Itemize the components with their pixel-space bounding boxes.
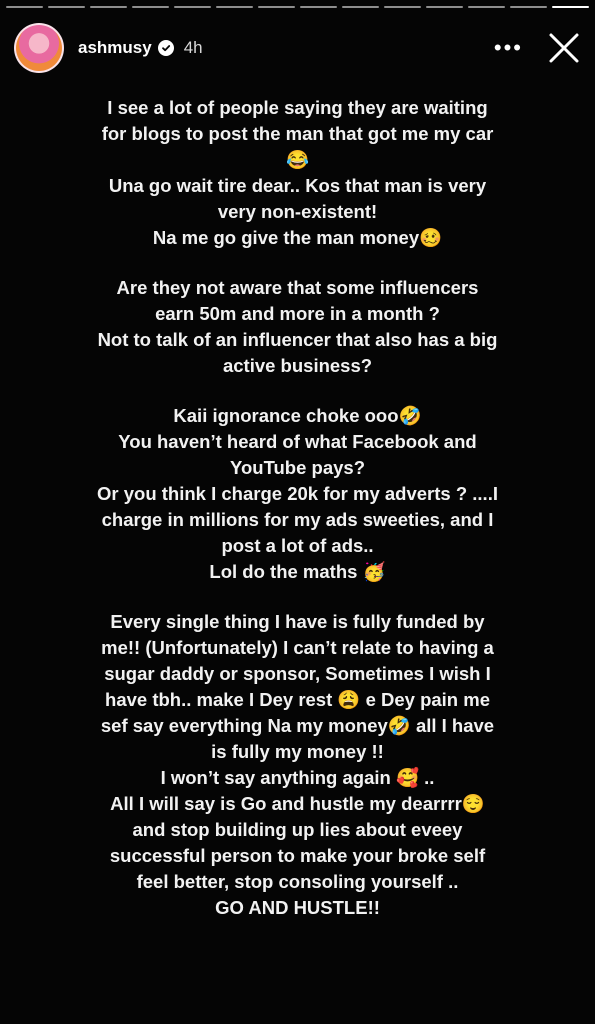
post-time: 4h	[183, 38, 203, 57]
story-paragraph: I see a lot of people saying they are wa…	[20, 95, 575, 251]
story-text-line: Lol do the maths 🥳	[209, 561, 386, 582]
story-progress-segment	[552, 6, 589, 8]
story-text-line: All I will say is Go and hustle my dearr…	[110, 793, 485, 814]
story-progress-segment	[174, 6, 211, 8]
story-text-line: Na me go give the man money🥴	[152, 227, 443, 248]
more-options-button[interactable]: •••	[494, 37, 523, 59]
story-text-line: I see a lot of people saying they are wa…	[107, 97, 488, 118]
story-text-line: Not to talk of an influencer that also h…	[97, 329, 498, 350]
story-progress-bar	[6, 6, 589, 8]
story-text-line: successful person to make your broke sel…	[109, 845, 486, 866]
story-progress-segment	[510, 6, 547, 8]
story-paragraph: Kaii ignorance choke ooo🤣 You haven’t hea…	[20, 403, 575, 585]
story-text-line: have tbh.. make I Dey rest 😩 e Dey pain …	[105, 689, 490, 710]
story-text-line: Or you think I charge 20k for my adverts…	[97, 483, 498, 504]
story-text-line: sef say everything Na my money🤣 all I ha…	[100, 715, 495, 736]
story-text-line: 😂	[285, 149, 310, 170]
story-text-content: I see a lot of people saying they are wa…	[20, 95, 575, 945]
story-text-line: You haven’t heard of what Facebook and	[118, 431, 477, 452]
avatar[interactable]	[14, 23, 64, 73]
story-text-line: for blogs to post the man that got me my…	[101, 123, 494, 144]
story-paragraph: Are they not aware that some influencers…	[20, 275, 575, 379]
story-progress-segment	[132, 6, 169, 8]
story-text-line: Kaii ignorance choke ooo🤣	[173, 405, 422, 426]
story-text-line: me!! (Unfortunately) I can’t relate to h…	[101, 637, 494, 658]
story-text-line: I won’t say anything again 🥰 ..	[160, 767, 435, 788]
close-icon[interactable]	[547, 31, 581, 65]
story-text-line: active business?	[222, 355, 373, 376]
story-progress-segment	[342, 6, 379, 8]
avatar-photo	[16, 25, 62, 71]
story-text-line: earn 50m and more in a month ?	[155, 303, 440, 324]
story-progress-segment	[258, 6, 295, 8]
story-text-line: very non-existent!	[217, 201, 378, 222]
story-text-line: GO AND HUSTLE!!	[215, 897, 380, 918]
story-text-line: is fully my money !!	[211, 741, 384, 762]
story-progress-segment	[90, 6, 127, 8]
story-paragraph: Every single thing I have is fully funde…	[20, 609, 575, 921]
story-progress-segment	[468, 6, 505, 8]
story-progress-segment	[300, 6, 337, 8]
story-text-line: Una go wait tire dear.. Kos that man is …	[108, 175, 487, 196]
story-header: ashmusy 4h •••	[14, 22, 581, 74]
verified-badge-icon	[157, 40, 174, 56]
story-text-line: Are they not aware that some influencers	[116, 277, 479, 298]
story-text-line: sugar daddy or sponsor, Sometimes I wish…	[104, 663, 491, 684]
story-text-line: charge in millions for my ads sweeties, …	[101, 509, 494, 530]
story-progress-segment	[384, 6, 421, 8]
story-text-line: Every single thing I have is fully funde…	[110, 611, 485, 632]
story-progress-segment	[48, 6, 85, 8]
story-text-line: post a lot of ads..	[221, 535, 374, 556]
story-text-line: and stop building up lies about eveey	[132, 819, 463, 840]
story-progress-segment	[426, 6, 463, 8]
story-progress-segment	[216, 6, 253, 8]
story-text-line: feel better, stop consoling yourself ..	[136, 871, 459, 892]
story-text-line: YouTube pays?	[230, 457, 365, 478]
username[interactable]: ashmusy	[78, 38, 152, 58]
story-progress-segment	[6, 6, 43, 8]
